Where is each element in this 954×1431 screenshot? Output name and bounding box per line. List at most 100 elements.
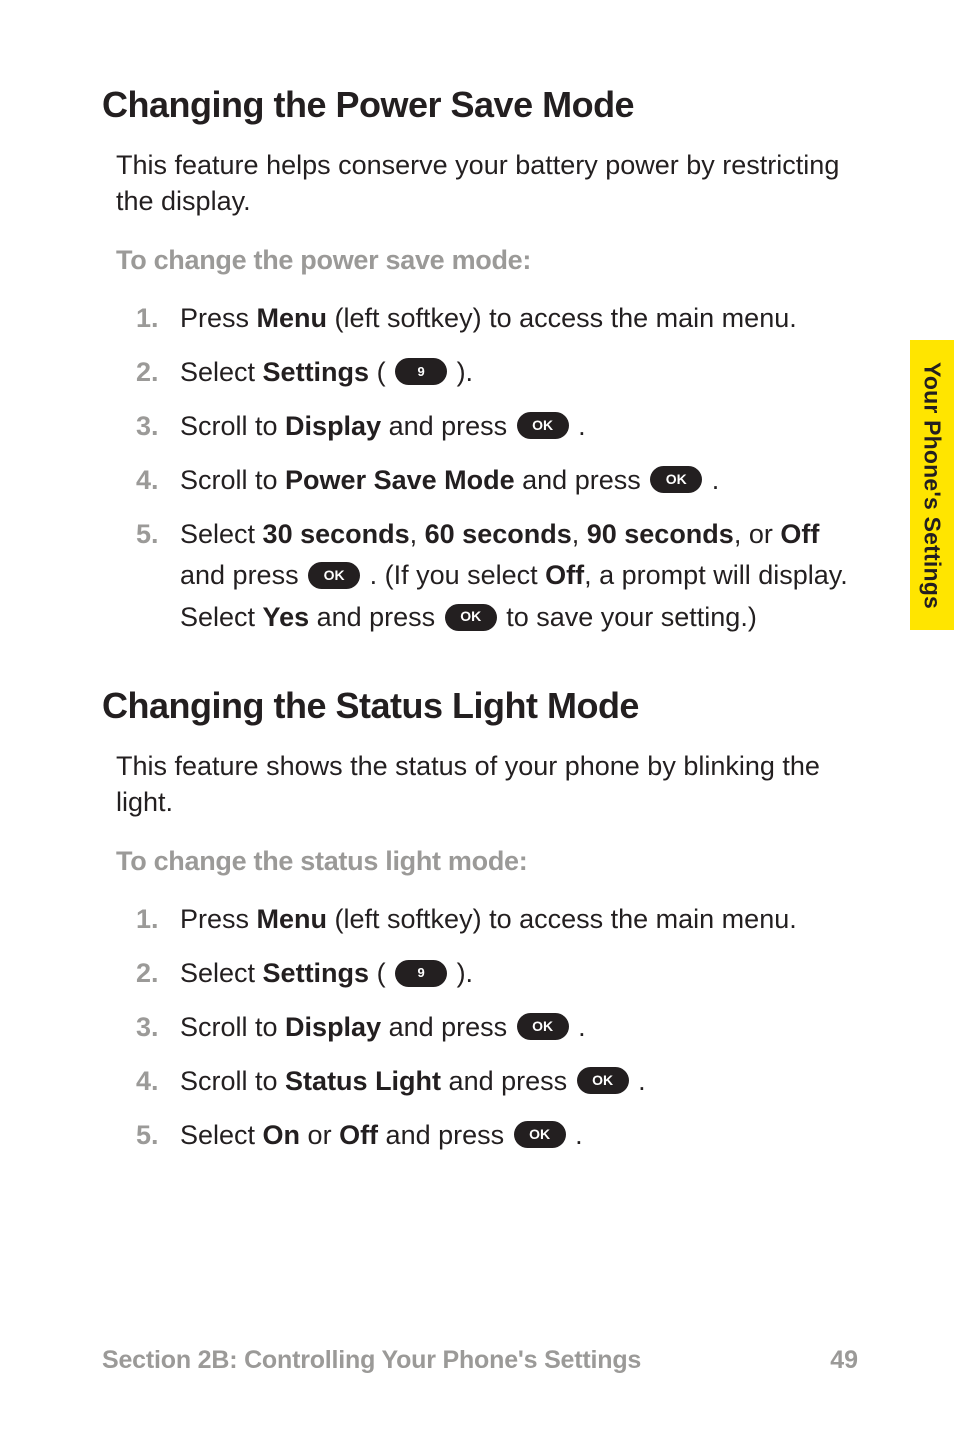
text: to save your setting.) [499, 602, 757, 632]
text: (left softkey) to access the main menu. [327, 303, 797, 333]
text: Select [180, 1120, 263, 1150]
list-item: 5. Select 30 seconds, 60 seconds, 90 sec… [136, 514, 858, 640]
step-number: 2. [136, 953, 180, 995]
bold-text: Yes [263, 602, 310, 632]
step-number: 5. [136, 514, 180, 556]
side-tab: Your Phone's Settings [910, 340, 954, 630]
text: . [704, 465, 719, 495]
text: and press [378, 1120, 512, 1150]
text: or [300, 1120, 339, 1150]
text: Press [180, 303, 257, 333]
list-item: 2. Select Settings ( 9 ). [136, 352, 858, 394]
page-number: 49 [830, 1346, 858, 1375]
steps-power-save: 1. Press Menu (left softkey) to access t… [136, 298, 858, 639]
text: , or [734, 519, 781, 549]
step-content: Select 30 seconds, 60 seconds, 90 second… [180, 514, 858, 640]
bold-text: Menu [257, 303, 328, 333]
text: . [631, 1066, 646, 1096]
text: and press [381, 411, 515, 441]
text: Scroll to [180, 1066, 285, 1096]
bold-text: Display [285, 1012, 381, 1042]
text: and press [180, 560, 306, 590]
bold-text: Settings [263, 958, 370, 988]
step-number: 5. [136, 1115, 180, 1157]
key-ok-icon: OK [650, 466, 702, 493]
text: and press [309, 602, 443, 632]
bold-text: Settings [263, 357, 370, 387]
key-9-icon: 9 [395, 358, 447, 385]
bold-text: Off [545, 560, 584, 590]
text: ). [449, 958, 473, 988]
step-content: Scroll to Power Save Mode and press OK . [180, 460, 858, 502]
key-ok-icon: OK [445, 604, 497, 631]
text: . (If you select [362, 560, 545, 590]
text: Press [180, 904, 257, 934]
text: . [571, 411, 586, 441]
page-footer: Section 2B: Controlling Your Phone's Set… [102, 1346, 858, 1375]
list-item: 3. Scroll to Display and press OK . [136, 1007, 858, 1049]
bold-text: Power Save Mode [285, 465, 515, 495]
page-content: Changing the Power Save Mode This featur… [0, 0, 954, 1263]
list-item: 3. Scroll to Display and press OK . [136, 406, 858, 448]
footer-section-label: Section 2B: Controlling Your Phone's Set… [102, 1346, 641, 1375]
bold-text: Status Light [285, 1066, 441, 1096]
text: Scroll to [180, 411, 285, 441]
heading-status-light: Changing the Status Light Mode [102, 685, 858, 727]
text: Scroll to [180, 465, 285, 495]
intro-status-light: This feature shows the status of your ph… [116, 749, 858, 820]
bold-text: Off [780, 519, 819, 549]
text: ). [449, 357, 473, 387]
step-content: Press Menu (left softkey) to access the … [180, 899, 858, 941]
bold-text: 60 seconds [425, 519, 572, 549]
text: ( [369, 958, 393, 988]
text: and press [381, 1012, 515, 1042]
text: . [571, 1012, 586, 1042]
key-ok-icon: OK [577, 1067, 629, 1094]
list-item: 4. Scroll to Power Save Mode and press O… [136, 460, 858, 502]
key-ok-icon: OK [514, 1121, 566, 1148]
side-tab-label: Your Phone's Settings [919, 362, 946, 609]
list-item: 1. Press Menu (left softkey) to access t… [136, 298, 858, 340]
text: Select [180, 519, 263, 549]
list-item: 4. Scroll to Status Light and press OK . [136, 1061, 858, 1103]
text: and press [515, 465, 649, 495]
step-content: Select Settings ( 9 ). [180, 953, 858, 995]
key-9-icon: 9 [395, 960, 447, 987]
bold-text: Display [285, 411, 381, 441]
step-number: 3. [136, 406, 180, 448]
step-number: 4. [136, 1061, 180, 1103]
list-item: 5. Select On or Off and press OK . [136, 1115, 858, 1157]
bold-text: On [263, 1120, 301, 1150]
subhead-status-light: To change the status light mode: [116, 846, 858, 877]
key-ok-icon: OK [517, 412, 569, 439]
list-item: 2. Select Settings ( 9 ). [136, 953, 858, 995]
text: Select [180, 357, 263, 387]
step-number: 1. [136, 298, 180, 340]
step-number: 3. [136, 1007, 180, 1049]
text: , [410, 519, 425, 549]
subhead-power-save: To change the power save mode: [116, 245, 858, 276]
text: and press [441, 1066, 575, 1096]
heading-power-save: Changing the Power Save Mode [102, 84, 858, 126]
key-ok-icon: OK [517, 1013, 569, 1040]
intro-power-save: This feature helps conserve your battery… [116, 148, 858, 219]
step-content: Scroll to Display and press OK . [180, 406, 858, 448]
key-ok-icon: OK [308, 562, 360, 589]
steps-status-light: 1. Press Menu (left softkey) to access t… [136, 899, 858, 1156]
bold-text: Off [339, 1120, 378, 1150]
text: Select [180, 958, 263, 988]
bold-text: 30 seconds [263, 519, 410, 549]
text: . [568, 1120, 583, 1150]
step-content: Scroll to Display and press OK . [180, 1007, 858, 1049]
step-number: 1. [136, 899, 180, 941]
step-content: Scroll to Status Light and press OK . [180, 1061, 858, 1103]
bold-text: Menu [257, 904, 328, 934]
step-number: 4. [136, 460, 180, 502]
step-content: Select On or Off and press OK . [180, 1115, 858, 1157]
step-number: 2. [136, 352, 180, 394]
text: , [572, 519, 587, 549]
step-content: Select Settings ( 9 ). [180, 352, 858, 394]
step-content: Press Menu (left softkey) to access the … [180, 298, 858, 340]
text: Scroll to [180, 1012, 285, 1042]
bold-text: 90 seconds [587, 519, 734, 549]
